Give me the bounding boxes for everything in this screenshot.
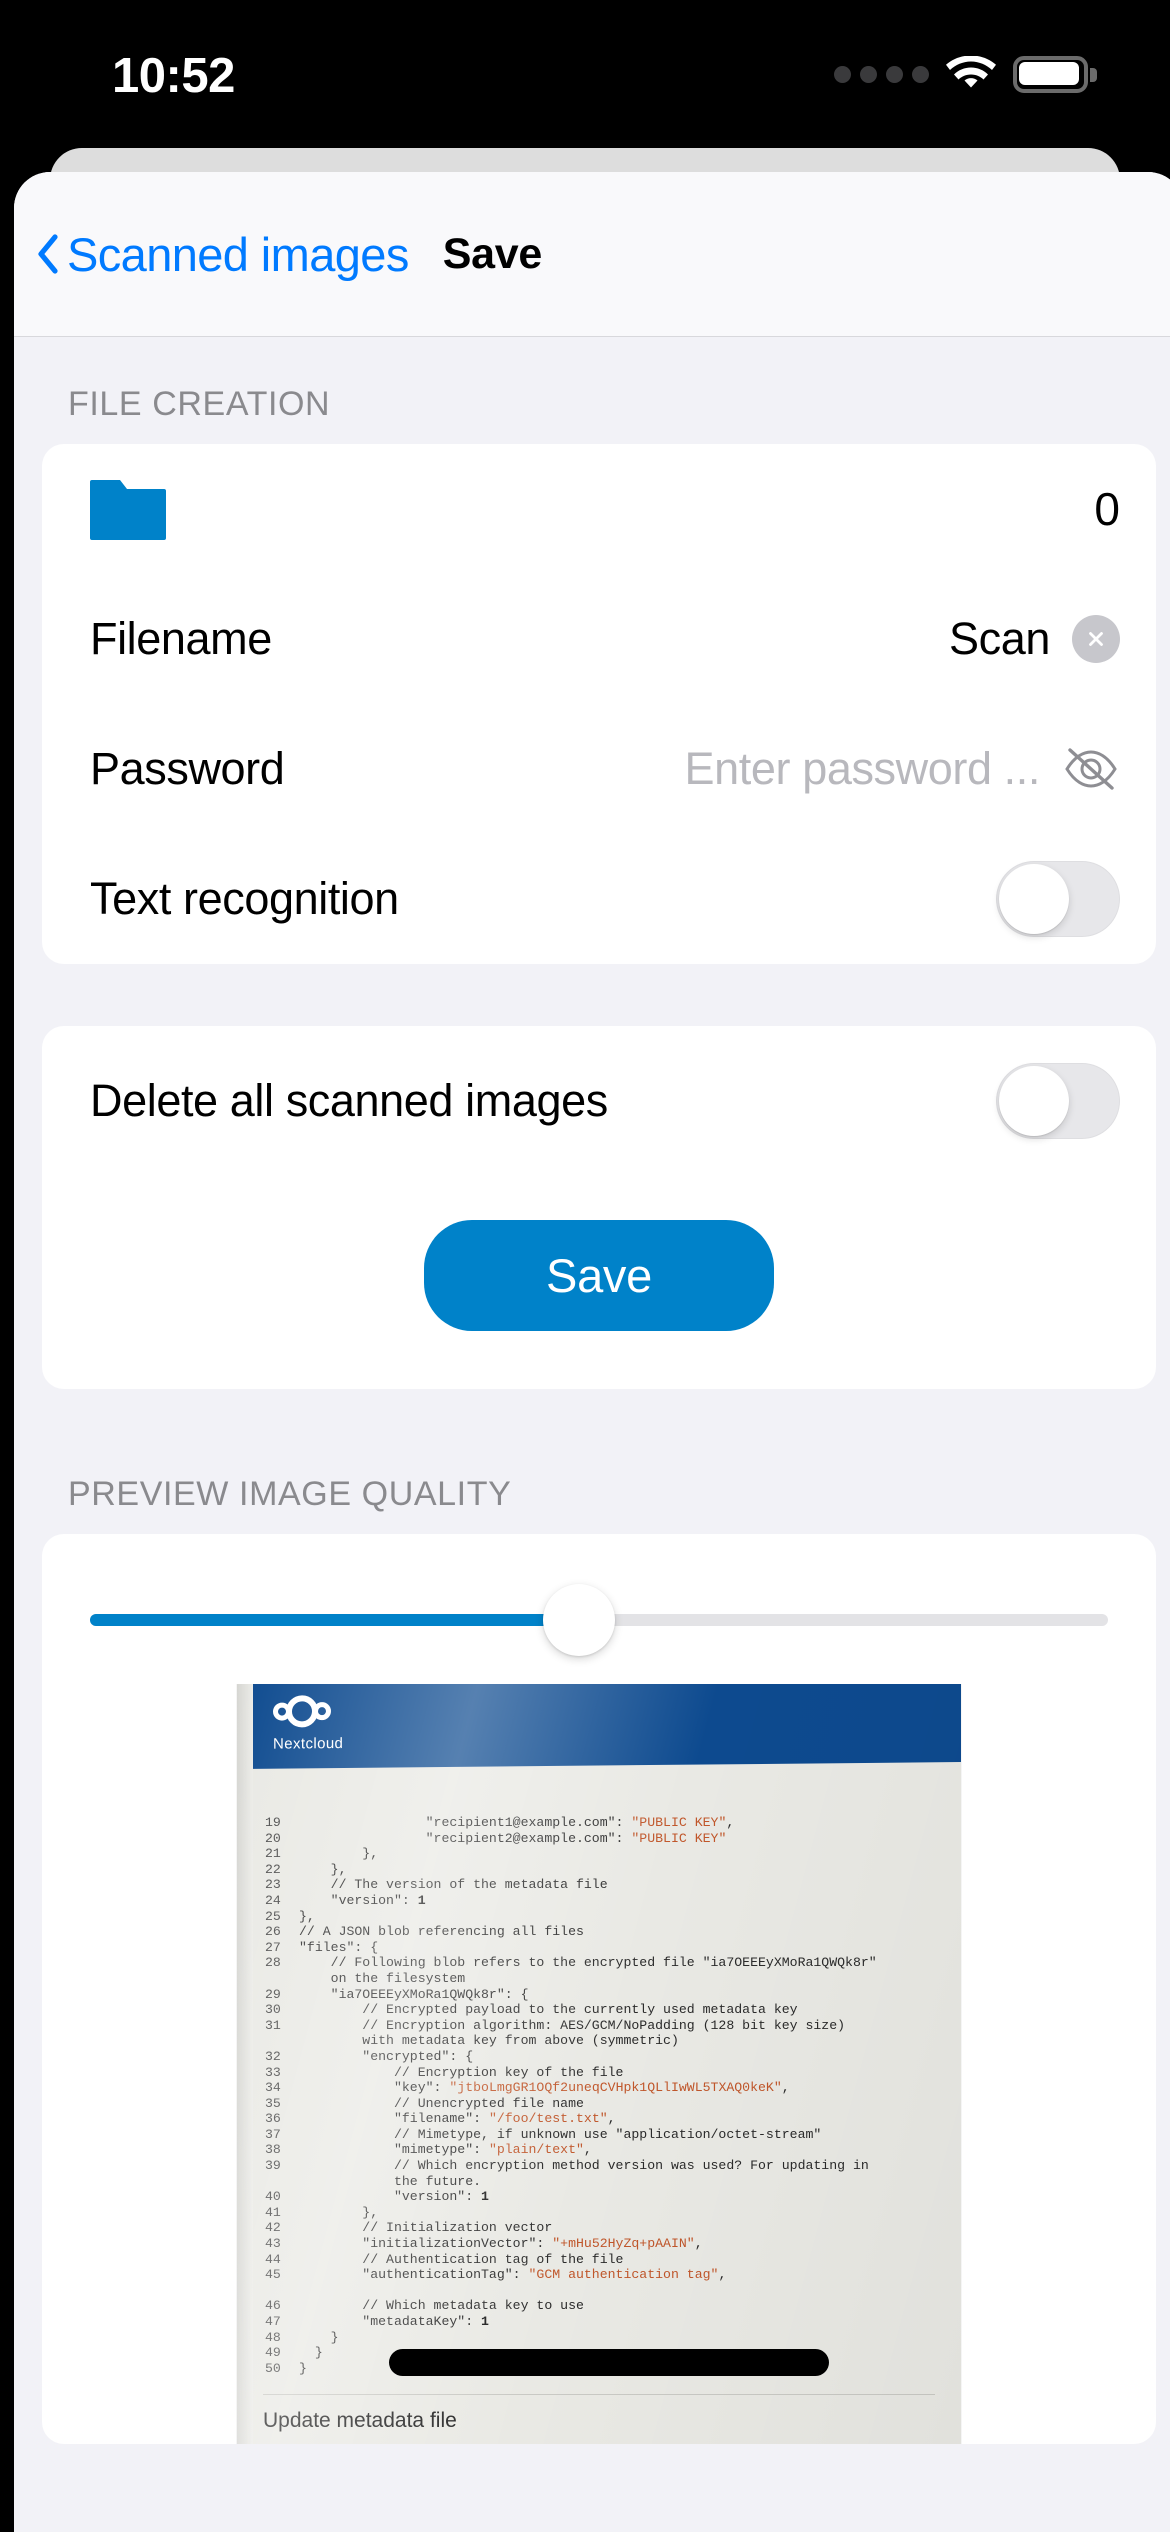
document-edge (237, 1684, 253, 2444)
delete-all-toggle[interactable] (996, 1063, 1120, 1139)
password-row[interactable]: Password Enter password ... (42, 704, 1156, 834)
file-creation-card: 0 Filename Scan Password Enter password … (42, 444, 1156, 964)
actions-card: Delete all scanned images Save (42, 1026, 1156, 1389)
folder-icon (90, 476, 166, 542)
password-label: Password (90, 743, 285, 794)
phone-screen: 10:52 Scanned images Save FILE CREATION … (0, 0, 1170, 2532)
navigation-bar: Scanned images Save (14, 172, 1170, 337)
wifi-icon (946, 56, 996, 92)
folder-count-value: 0 (1094, 483, 1120, 535)
cellular-dots-icon (834, 65, 929, 83)
settings-content: FILE CREATION 0 Filename Scan Password E… (14, 337, 1170, 2532)
nextcloud-wordmark: Nextcloud (273, 1734, 344, 1753)
preview-quality-slider-row (42, 1534, 1156, 1666)
toggle-knob (999, 1066, 1069, 1136)
document-subsection: Update metadata file To keep the metadat… (263, 2394, 935, 2444)
back-button[interactable]: Scanned images (36, 231, 409, 278)
document-body: 19 "recipient1@example.com": "PUBLIC KEY… (237, 1769, 961, 2444)
status-bar: 10:52 (0, 0, 1170, 145)
folder-row[interactable]: 0 (42, 444, 1156, 574)
preview-image-container[interactable]: Nextcloud 19 "recipient1@example.com": "… (42, 1684, 1156, 2444)
battery-full-icon (1013, 55, 1097, 93)
chevron-left-icon (36, 234, 58, 274)
nextcloud-logo: Nextcloud (273, 1694, 385, 1753)
page-title: Save (442, 229, 543, 278)
text-recognition-row[interactable]: Text recognition (42, 834, 1156, 964)
text-recognition-label: Text recognition (90, 873, 399, 924)
text-recognition-toggle[interactable] (996, 861, 1120, 937)
scanned-document-preview: Nextcloud 19 "recipient1@example.com": "… (237, 1684, 961, 2444)
filename-label: Filename (90, 613, 272, 664)
preview-quality-slider-thumb[interactable] (542, 1584, 615, 1656)
filename-row[interactable]: Filename Scan (42, 574, 1156, 704)
save-button-container: Save (42, 1176, 1156, 1389)
preview-quality-card: Nextcloud 19 "recipient1@example.com": "… (42, 1534, 1156, 2444)
delete-all-label: Delete all scanned images (90, 1075, 608, 1126)
close-circle-icon[interactable] (1072, 615, 1120, 663)
password-input[interactable]: Enter password ... (685, 743, 1041, 795)
save-button[interactable]: Save (424, 1220, 774, 1331)
document-section-heading: Update metadata file (263, 2409, 457, 2433)
slider-fill (90, 1614, 579, 1626)
toggle-knob (999, 864, 1069, 934)
delete-all-row[interactable]: Delete all scanned images (42, 1026, 1156, 1176)
nextcloud-header-band: Nextcloud (237, 1684, 961, 1769)
status-bar-time: 10:52 (112, 49, 235, 103)
save-modal-sheet: Scanned images Save FILE CREATION 0 File… (14, 172, 1170, 2532)
back-button-label: Scanned images (67, 227, 409, 281)
file-creation-section-header: FILE CREATION (68, 385, 331, 423)
preview-quality-section-header: PREVIEW IMAGE QUALITY (68, 1475, 512, 1513)
filename-input[interactable]: Scan (949, 613, 1050, 665)
eye-slash-icon[interactable] (1062, 746, 1120, 792)
status-bar-indicators (834, 52, 1097, 96)
code-listing: 19 "recipient1@example.com": "PUBLIC KEY… (265, 1815, 877, 2376)
redaction-bar (389, 2349, 829, 2376)
